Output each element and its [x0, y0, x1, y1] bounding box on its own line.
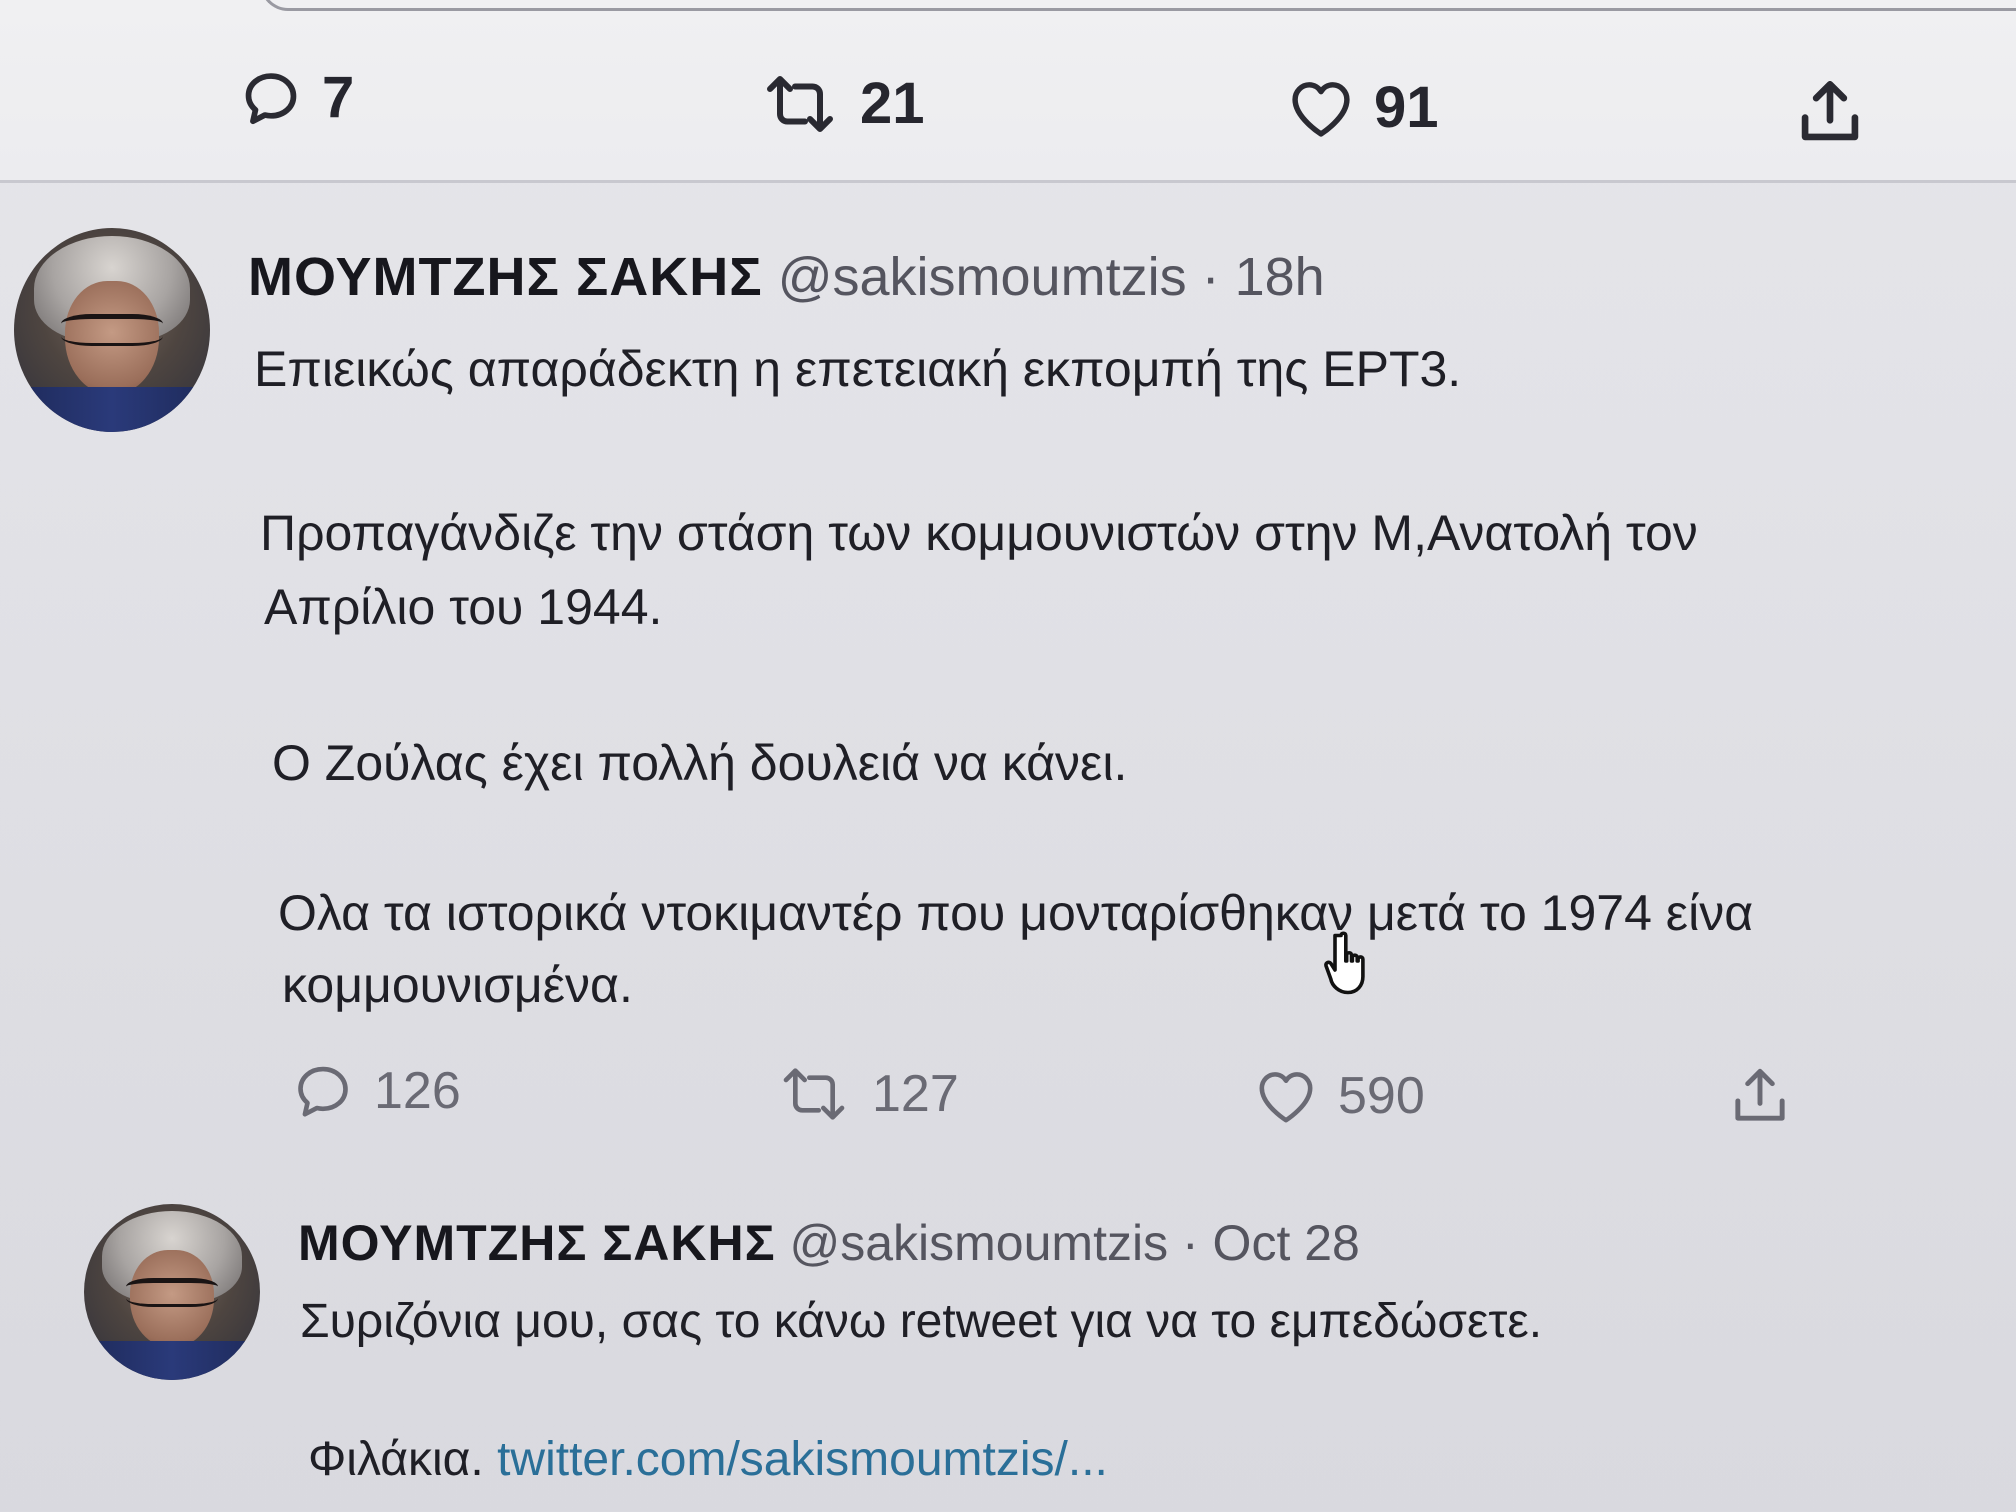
share-icon [1735, 1068, 1785, 1121]
tweet-text-line: Ο Ζούλας έχει πολλή δουλειά να κάνει. [272, 735, 1128, 791]
share-button[interactable] [1796, 76, 1864, 148]
avatar[interactable] [14, 228, 210, 432]
header-separator: · [1181, 1215, 1199, 1271]
reply-button[interactable]: 7 [240, 64, 354, 131]
retweet-icon [783, 1068, 845, 1120]
reply-icon [298, 1066, 348, 1117]
author-name[interactable]: ΜΟΥΜΤΖΗΣ ΣΑΚΗΣ [298, 1215, 776, 1271]
reply-count: 126 [374, 1062, 461, 1120]
tweet-link[interactable]: twitter.com/sakismoumtzis/... [497, 1433, 1108, 1486]
like-icon [1259, 1072, 1313, 1123]
previous-tweet-footer: 7 21 91 [0, 0, 2016, 180]
tweet-text-line: Φιλάκια. twitter.com/sakismoumtzis/... [308, 1432, 1108, 1487]
like-button[interactable]: 91 [1288, 74, 1439, 141]
like-button[interactable]: 590 [1254, 1066, 1425, 1126]
author-name[interactable]: ΜΟΥΜΤΖΗΣ ΣΑΚΗΣ [248, 247, 763, 307]
like-count: 91 [1374, 75, 1439, 140]
retweet-button[interactable]: 21 [760, 70, 925, 137]
tweet-timestamp[interactable]: Oct 28 [1213, 1215, 1360, 1271]
tweet-text-line: Συριζόνια μου, σας το κάνω retweet για ν… [300, 1295, 1543, 1348]
retweet-icon [767, 75, 833, 132]
reply-count: 7 [322, 65, 355, 130]
tweet-text-line: Ολα τα ιστορικά ντοκιμαντέρ που μονταρίσ… [278, 885, 1754, 941]
reply-icon [245, 72, 297, 124]
hand-pointer-icon [1320, 928, 1380, 1005]
quoted-tweet-card-edge [260, 0, 2016, 11]
share-button[interactable] [1730, 1064, 1790, 1128]
tweet-header: ΜΟΥΜΤΖΗΣ ΣΑΚΗΣ @sakismoumtzis · 18h [248, 246, 1325, 308]
tweet-divider [0, 180, 2016, 183]
reply-button[interactable]: 126 [292, 1060, 461, 1122]
author-handle[interactable]: @sakismoumtzis [789, 1215, 1168, 1271]
tweet-text-prefix: Φιλάκια. [308, 1433, 484, 1486]
avatar[interactable] [84, 1204, 260, 1380]
retweet-button[interactable]: 127 [776, 1064, 959, 1124]
like-icon [1292, 81, 1350, 137]
header-separator: · [1201, 247, 1220, 307]
tweet-header: ΜΟΥΜΤΖΗΣ ΣΑΚΗΣ @sakismoumtzis · Oct 28 [298, 1214, 1360, 1272]
tweet-text-line: Προπαγάνδιζε την στάση των κομμουνιστών … [260, 505, 1698, 561]
tweet-timestamp[interactable]: 18h [1235, 247, 1325, 307]
author-handle[interactable]: @sakismoumtzis [778, 247, 1187, 307]
tweet-text-line: Επιεικώς απαράδεκτη η επετειακή εκπομπή … [254, 341, 1462, 397]
retweet-count: 21 [860, 71, 925, 136]
retweet-count: 127 [872, 1065, 959, 1123]
share-icon [1801, 80, 1859, 141]
tweet-text-line: Απρίλιο του 1944. [264, 579, 663, 635]
like-count: 590 [1338, 1067, 1425, 1125]
tweet-text-line: κομμουνισμένα. [282, 957, 633, 1013]
